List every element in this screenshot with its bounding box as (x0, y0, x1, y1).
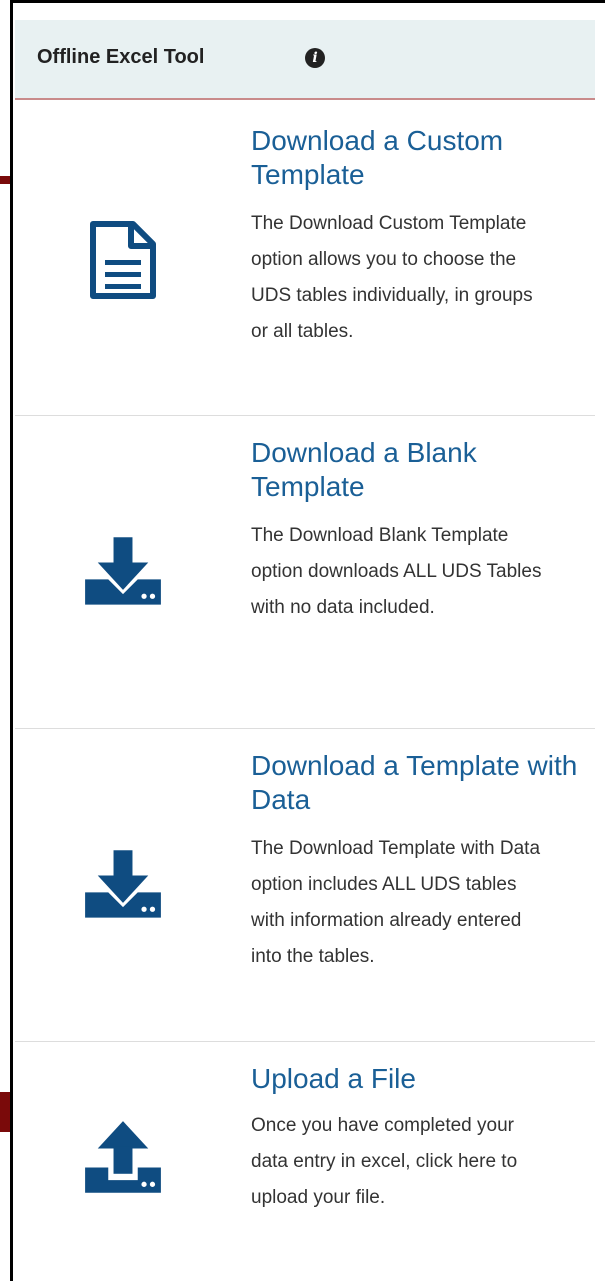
upload-icon (85, 1121, 161, 1193)
option-title[interactable]: Download a Custom Template (251, 124, 581, 192)
document-icon (90, 221, 156, 299)
option-description: The Download Custom Template option allo… (251, 213, 533, 342)
option-title[interactable]: Upload a File (251, 1062, 581, 1096)
option-description: The Download Template with Data option i… (251, 838, 541, 967)
option-blank-template[interactable]: Download a Blank Template The Download B… (15, 416, 595, 728)
option-title[interactable]: Download a Blank Template (251, 436, 581, 504)
panel-header: Offline Excel Tool i (15, 20, 595, 100)
option-description: Once you have completed your data entry … (251, 1115, 518, 1208)
panel-title: Offline Excel Tool (37, 46, 205, 68)
option-description: The Download Blank Template option downl… (251, 525, 542, 618)
option-custom-template[interactable]: Download a Custom Template The Download … (15, 100, 595, 415)
download-icon (85, 850, 161, 918)
option-template-with-data[interactable]: Download a Template with Data The Downlo… (15, 729, 595, 1041)
download-icon (85, 537, 161, 605)
option-title[interactable]: Download a Template with Data (251, 749, 581, 817)
option-upload-file[interactable]: Upload a File Once you have completed yo… (15, 1042, 595, 1281)
info-circle-icon[interactable]: i (305, 48, 325, 68)
stage: Offline Excel Tool i Download a Custom T… (0, 0, 605, 1281)
